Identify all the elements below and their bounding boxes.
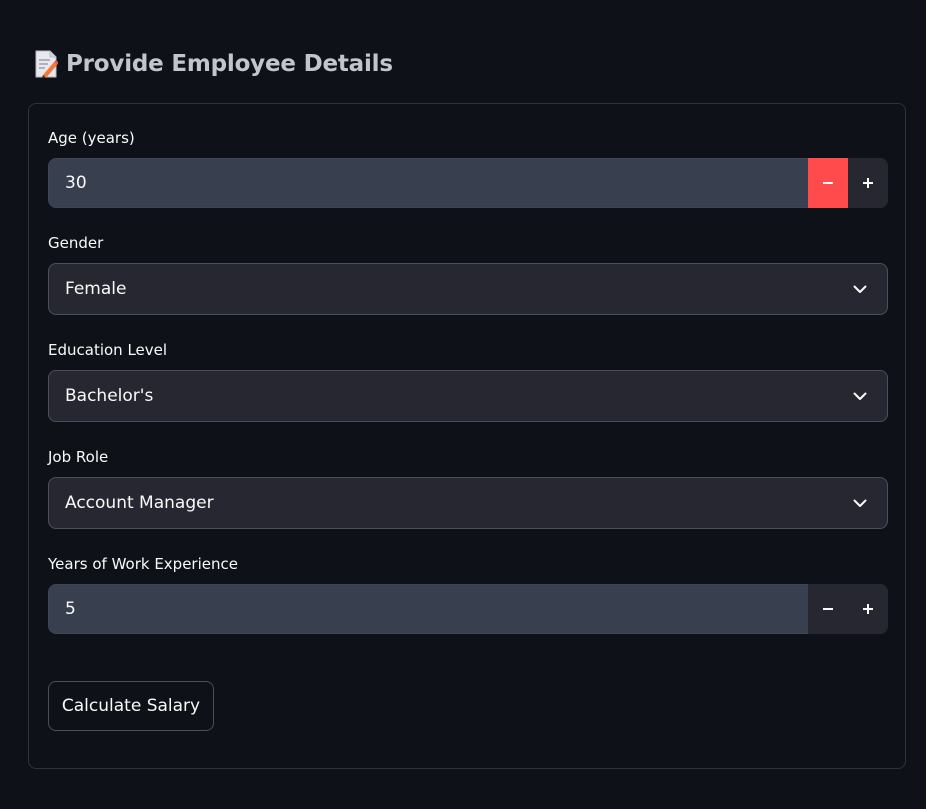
experience-decrement-button[interactable] bbox=[808, 584, 848, 634]
job-role-select[interactable]: Account Manager bbox=[48, 477, 888, 529]
gender-selected-value: Female bbox=[65, 279, 127, 299]
minus-icon bbox=[823, 182, 833, 184]
chevron-down-icon bbox=[853, 285, 867, 293]
education-selected-value: Bachelor's bbox=[65, 386, 154, 406]
calculate-salary-button[interactable]: Calculate Salary bbox=[48, 681, 214, 731]
experience-input[interactable]: 5 bbox=[48, 584, 808, 634]
job-role-selected-value: Account Manager bbox=[65, 493, 214, 513]
memo-icon bbox=[35, 50, 58, 78]
experience-number-input: 5 bbox=[48, 584, 888, 634]
plus-icon bbox=[863, 604, 873, 614]
age-number-input: 30 bbox=[48, 158, 888, 208]
experience-increment-button[interactable] bbox=[848, 584, 888, 634]
age-increment-button[interactable] bbox=[848, 158, 888, 208]
minus-icon bbox=[823, 608, 833, 610]
gender-label: Gender bbox=[48, 234, 104, 252]
education-label: Education Level bbox=[48, 341, 168, 359]
app-page: Provide Employee Details Age (years) 30 … bbox=[0, 0, 926, 809]
age-label: Age (years) bbox=[48, 129, 135, 147]
experience-label: Years of Work Experience bbox=[48, 555, 238, 573]
age-decrement-button[interactable] bbox=[808, 158, 848, 208]
plus-icon bbox=[863, 178, 873, 188]
age-input[interactable]: 30 bbox=[48, 158, 808, 208]
chevron-down-icon bbox=[853, 499, 867, 507]
job-role-label: Job Role bbox=[48, 448, 109, 466]
chevron-down-icon bbox=[853, 392, 867, 400]
education-select[interactable]: Bachelor's bbox=[48, 370, 888, 422]
gender-select[interactable]: Female bbox=[48, 263, 888, 315]
section-header: Provide Employee Details bbox=[34, 48, 393, 80]
page-title: Provide Employee Details bbox=[66, 51, 393, 77]
